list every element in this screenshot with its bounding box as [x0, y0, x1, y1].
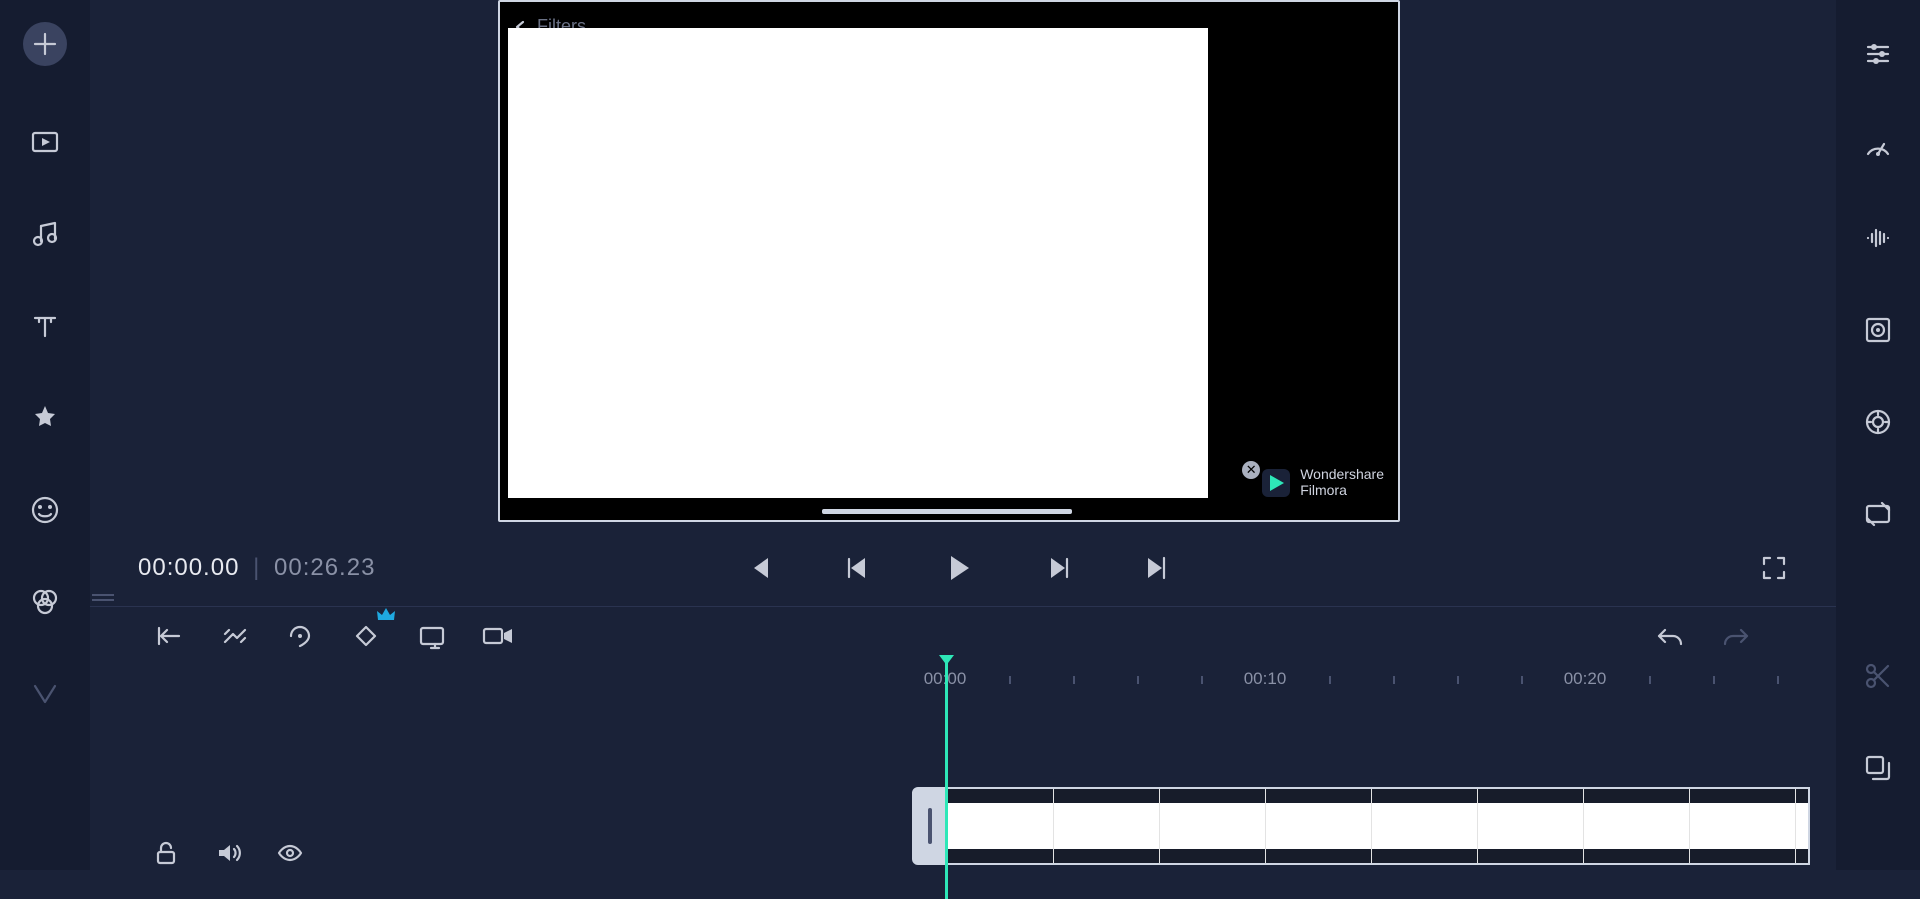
- premium-crown-icon: [376, 606, 396, 622]
- watermark-text: Wondershare Filmora: [1300, 467, 1384, 498]
- timecode-current: 00:00.00: [138, 554, 239, 581]
- left-toolbar: [0, 0, 90, 870]
- hide-track-button[interactable]: [274, 837, 306, 869]
- ruler-label: 00:10: [1244, 669, 1287, 689]
- scissors-button[interactable]: [1854, 652, 1902, 700]
- snapshot-button[interactable]: [414, 618, 450, 654]
- stickers-button[interactable]: [21, 486, 69, 534]
- playhead[interactable]: [945, 663, 948, 899]
- add-button[interactable]: [23, 22, 67, 66]
- watermark-line1: Wondershare: [1300, 467, 1384, 482]
- record-button[interactable]: [480, 618, 516, 654]
- video-clip[interactable]: [912, 787, 1810, 865]
- track-area: [90, 787, 1836, 877]
- audiofx-button[interactable]: [1854, 214, 1902, 262]
- mute-track-button[interactable]: [212, 837, 244, 869]
- media-button[interactable]: [21, 118, 69, 166]
- layers-button[interactable]: [1854, 744, 1902, 792]
- transport-bar: 00:00.00 | 00:26.23: [90, 540, 1836, 596]
- watermark: ✕ Wondershare Filmora: [1262, 467, 1384, 498]
- aspect-button[interactable]: [1854, 490, 1902, 538]
- adjust-button[interactable]: [1854, 30, 1902, 78]
- timecode-total: 00:26.23: [274, 554, 375, 581]
- transport-controls: [738, 548, 1178, 588]
- main-area: Filters ✕ Wondershare Filmora 00:00.00 |…: [90, 0, 1836, 870]
- preview-canvas: [508, 28, 1208, 498]
- filmora-logo-icon: [1262, 469, 1290, 497]
- text-button[interactable]: [21, 302, 69, 350]
- ruler-label: 00:20: [1564, 669, 1607, 689]
- split-button[interactable]: [216, 618, 252, 654]
- redo-button[interactable]: [1718, 618, 1754, 654]
- timeline-ruler[interactable]: 00:0000:1000:20: [90, 665, 1836, 699]
- undo-button[interactable]: [1652, 618, 1688, 654]
- filters-button[interactable]: [21, 578, 69, 626]
- timeline-panel: 00:0000:1000:20: [90, 606, 1836, 870]
- keyframe-button[interactable]: [348, 618, 384, 654]
- fullscreen-button[interactable]: [1754, 548, 1794, 588]
- marker-button[interactable]: [282, 618, 318, 654]
- effects-button[interactable]: [21, 394, 69, 442]
- skip-start-button[interactable]: [738, 548, 778, 588]
- clip-handle-left[interactable]: [912, 787, 948, 865]
- goto-start-button[interactable]: [150, 618, 186, 654]
- play-button[interactable]: [938, 548, 978, 588]
- skip-end-button[interactable]: [1138, 548, 1178, 588]
- lock-track-button[interactable]: [150, 837, 182, 869]
- timecode-sep: |: [253, 554, 260, 581]
- speed-button[interactable]: [1854, 122, 1902, 170]
- preview-frame[interactable]: Filters ✕ Wondershare Filmora: [498, 0, 1400, 522]
- right-toolbar: [1836, 0, 1920, 870]
- preview-seek-bar[interactable]: [822, 509, 1072, 514]
- timecode: 00:00.00 | 00:26.23: [138, 554, 375, 582]
- music-button[interactable]: [21, 210, 69, 258]
- frame-back-button[interactable]: [838, 548, 878, 588]
- watermark-close-button[interactable]: ✕: [1242, 461, 1260, 479]
- color-button[interactable]: [1854, 306, 1902, 354]
- mask-button[interactable]: [1854, 398, 1902, 446]
- frame-forward-button[interactable]: [1038, 548, 1078, 588]
- clip-body[interactable]: [948, 787, 1810, 865]
- transitions-button[interactable]: [21, 670, 69, 718]
- preview-area: Filters ✕ Wondershare Filmora: [90, 0, 1836, 600]
- track-controls: [150, 837, 306, 869]
- timeline-toolbar: [90, 607, 1836, 665]
- watermark-line2: Filmora: [1300, 483, 1384, 498]
- panel-resize-handle[interactable]: [92, 594, 114, 602]
